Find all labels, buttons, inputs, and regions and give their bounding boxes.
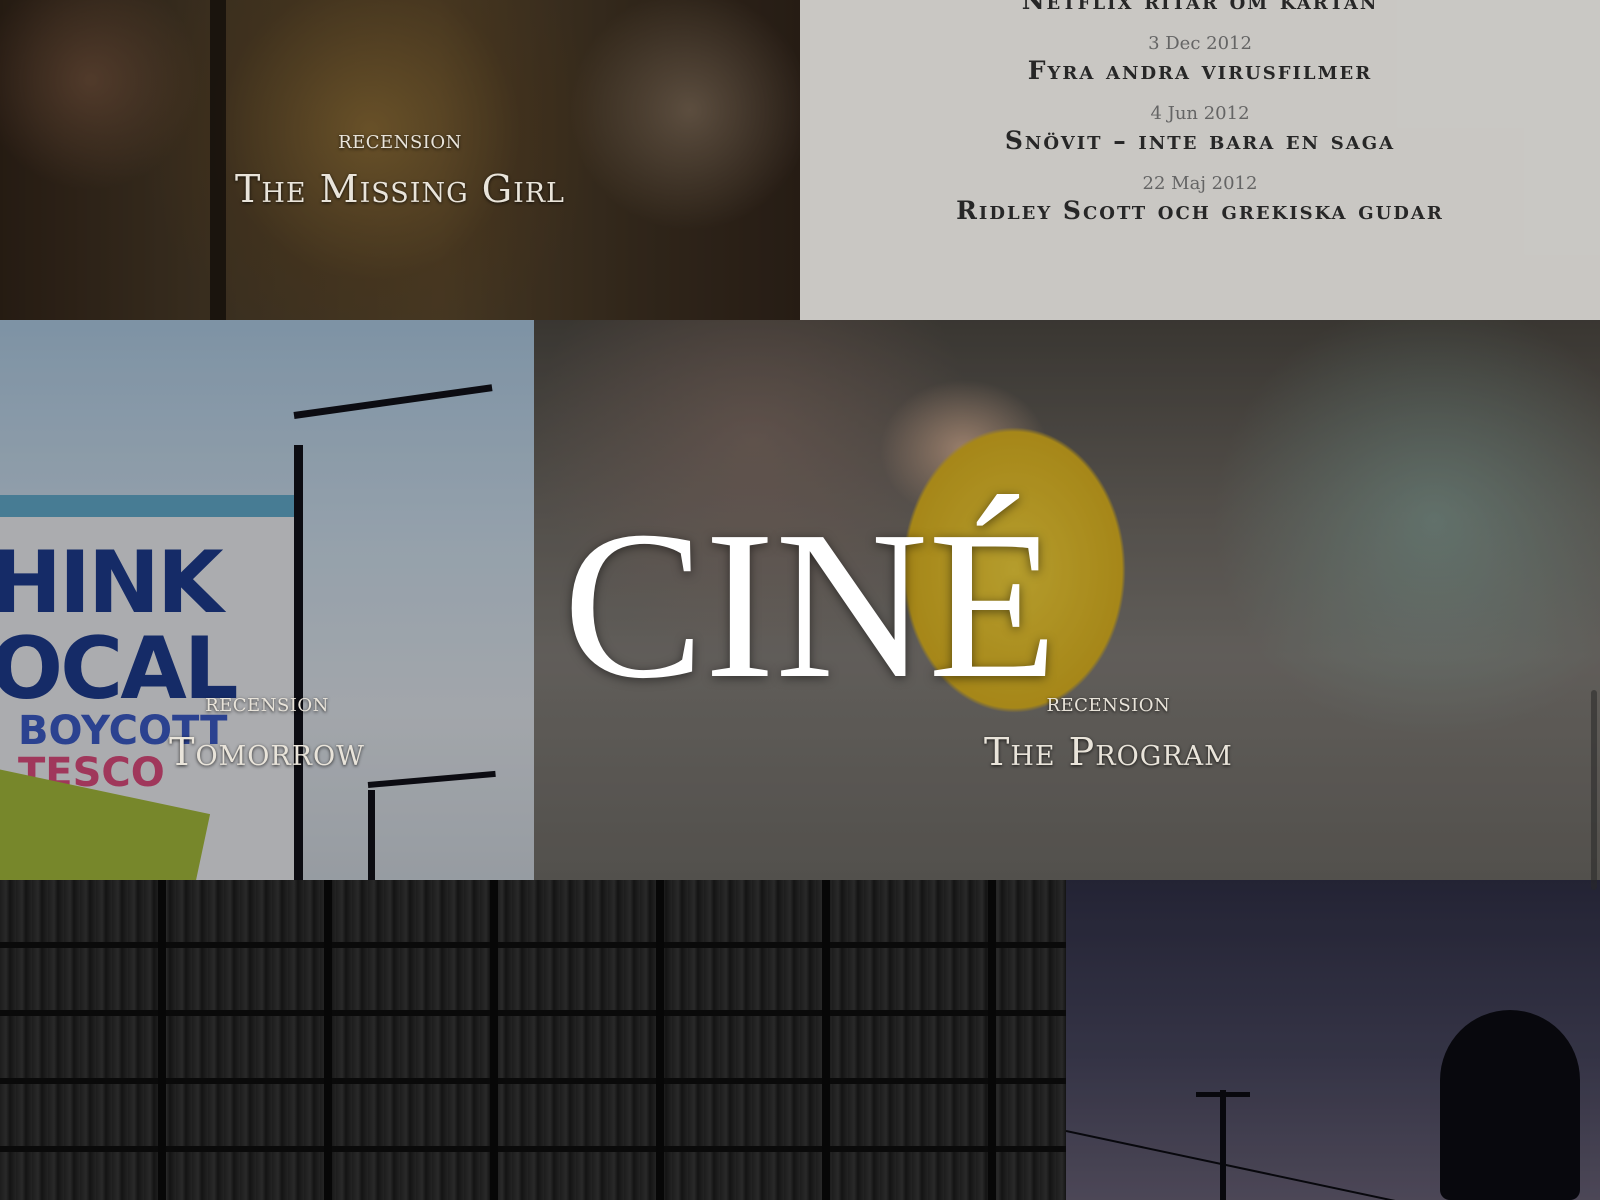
tile-dusk[interactable] xyxy=(1066,880,1600,1200)
tile-title[interactable]: The Missing Girl xyxy=(0,167,800,211)
article-list-panel: Netflix ritar om kartan 3 Dec 2012 Fyra … xyxy=(800,0,1600,320)
tile-overlay xyxy=(0,320,534,880)
tile-label: RECENSION The Missing Girl xyxy=(0,132,800,211)
tile-library[interactable] xyxy=(0,880,1066,1200)
site-logo[interactable]: CINÉ xyxy=(563,499,1058,711)
review-tile-the-missing-girl[interactable]: RECENSION The Missing Girl xyxy=(0,0,800,320)
tile-label: RECENSION Tomorrow xyxy=(0,695,534,774)
scrollbar-thumb[interactable] xyxy=(1591,690,1597,890)
tile-title[interactable]: Tomorrow xyxy=(0,730,534,774)
review-tile-tomorrow[interactable]: HINK OCAL BOYCOTT TESCO RECENSION Tomorr… xyxy=(0,320,534,880)
tile-title[interactable]: The Program xyxy=(984,730,1233,774)
tile-overlay xyxy=(1066,880,1600,1200)
tile-kicker: RECENSION xyxy=(338,132,462,153)
tile-kicker: RECENSION xyxy=(205,695,329,716)
tile-overlay xyxy=(0,880,1066,1200)
tile-overlay xyxy=(800,0,1600,320)
